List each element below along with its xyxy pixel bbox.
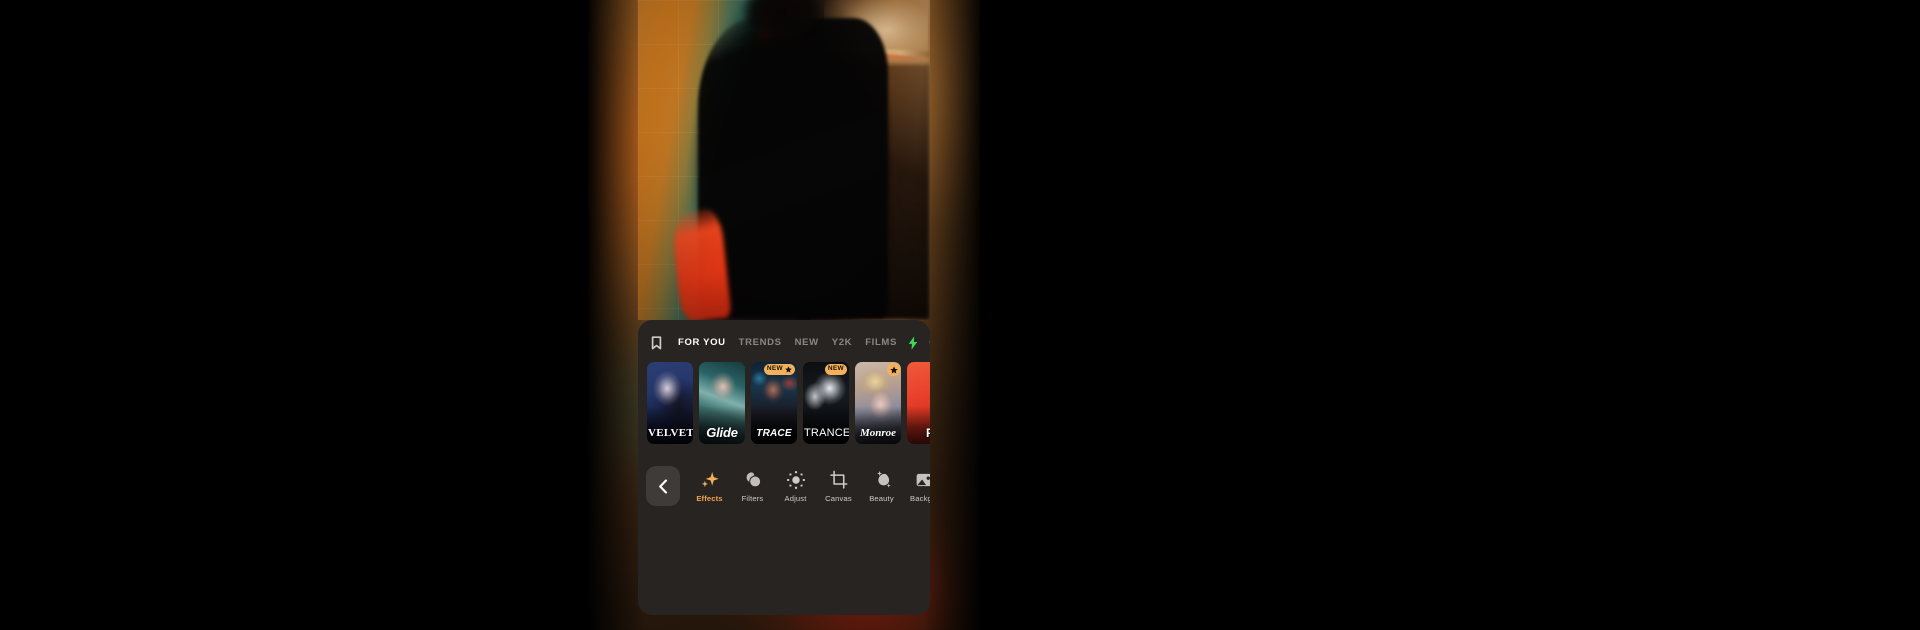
star-badge: [887, 363, 900, 376]
tool-label: Adjust: [784, 494, 807, 504]
circles-icon: [743, 469, 763, 491]
tab-for-you[interactable]: FOR YOU: [678, 338, 726, 348]
tool-filters[interactable]: Filters: [731, 469, 774, 503]
tool-adjust[interactable]: Adjust: [774, 469, 817, 503]
preset-card-velvet[interactable]: VELVET: [647, 362, 693, 444]
beauty-icon: [872, 469, 892, 491]
photo-vignette: [638, 0, 930, 320]
preset-card-trace[interactable]: NEW TRACE: [751, 362, 797, 444]
search-icon[interactable]: [929, 336, 930, 350]
screen-root: FOR YOU TRENDS NEW Y2K FILMS VELVET Glid…: [0, 0, 1920, 630]
preset-label: Monroe: [859, 428, 897, 439]
tool-effects[interactable]: Effects: [688, 469, 731, 503]
tool-label: Effects: [696, 494, 723, 504]
preset-label: TRACE: [756, 429, 792, 439]
preset-card-glide[interactable]: Glide: [699, 362, 745, 444]
lightning-bolt-icon[interactable]: [908, 336, 918, 350]
preset-label: VELVET: [648, 428, 693, 439]
tool-background[interactable]: Backgro: [903, 469, 930, 503]
new-badge: NEW: [763, 364, 795, 375]
new-badge: NEW: [824, 364, 847, 375]
preset-card-trance[interactable]: NEW TRANCE: [803, 362, 849, 444]
tab-trends[interactable]: TRENDS: [739, 338, 782, 348]
preset-label: P: [925, 427, 930, 439]
star-icon: [889, 365, 898, 374]
tab-films[interactable]: FILMS: [865, 338, 897, 348]
tool-label: Canvas: [825, 494, 852, 504]
star-icon: [785, 366, 792, 373]
category-tab-list: FOR YOU TRENDS NEW Y2K FILMS: [678, 338, 897, 348]
tool-beauty[interactable]: Beauty: [860, 469, 903, 503]
tool-label: Filters: [741, 494, 764, 504]
tool-label: Backgro: [910, 494, 930, 504]
tab-new[interactable]: NEW: [795, 338, 819, 348]
preset-card-partial[interactable]: P: [907, 362, 930, 444]
backdrop-fade-right: [922, 0, 980, 630]
new-badge-label: NEW: [766, 365, 783, 373]
photo-preview[interactable]: [638, 0, 930, 320]
preset-card-monroe[interactable]: Monroe: [855, 362, 901, 444]
brightness-icon: [786, 469, 806, 491]
preset-carousel[interactable]: VELVET Glide NEW TRACE NEW TRANCE Monroe…: [638, 362, 930, 454]
editor-toolbar: Effects Filters Adjust Canvas Beauty Bac…: [638, 456, 930, 516]
chevron-left-icon: [658, 478, 667, 494]
back-button[interactable]: [646, 466, 680, 506]
tool-label: Beauty: [869, 494, 894, 504]
editor-sheet: FOR YOU TRENDS NEW Y2K FILMS VELVET Glid…: [638, 320, 930, 615]
tool-canvas[interactable]: Canvas: [817, 469, 860, 503]
image-icon: [915, 469, 930, 491]
tab-y2k[interactable]: Y2K: [832, 338, 852, 348]
category-tabbar: FOR YOU TRENDS NEW Y2K FILMS: [638, 328, 930, 358]
bookmark-icon[interactable]: [647, 332, 665, 354]
new-badge-label: NEW: [827, 365, 844, 373]
sparkle-icon: [700, 469, 720, 491]
preset-label: Glide: [706, 426, 738, 439]
crop-icon: [829, 469, 849, 491]
preset-label: TRANCE: [804, 428, 849, 439]
